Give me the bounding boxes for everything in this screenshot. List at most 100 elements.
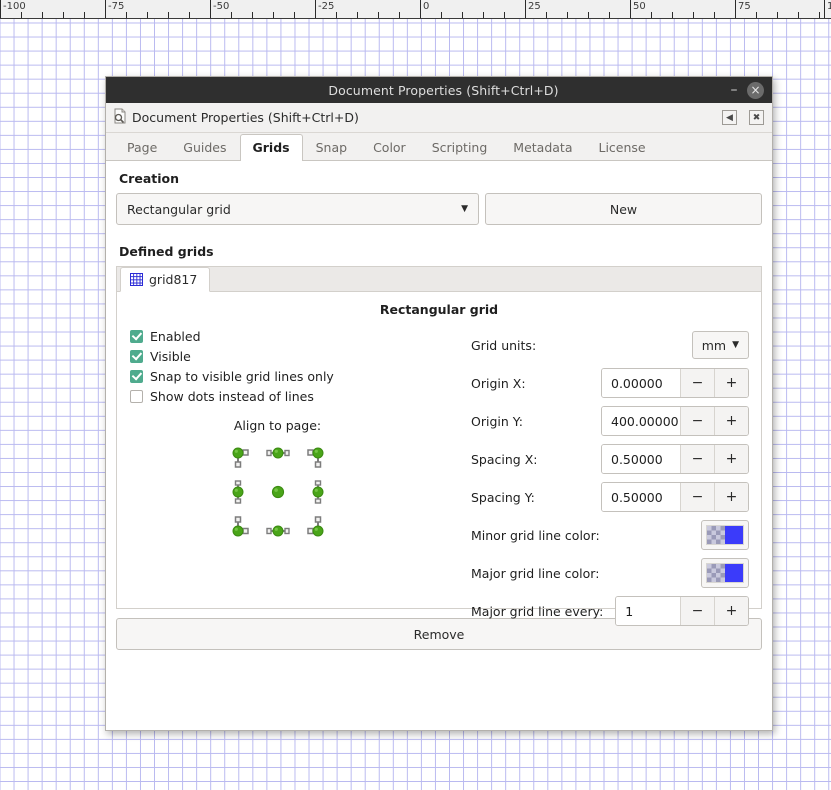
grid-units-combo[interactable]: mm ▼: [691, 331, 749, 359]
enabled-checkbox[interactable]: [130, 329, 143, 343]
origin-y-label: Origin Y:: [471, 413, 523, 429]
origin-x-row: Origin X: 0.00000 − +: [471, 364, 749, 402]
option-snap-visible-only[interactable]: Snap to visible grid lines only: [130, 366, 469, 386]
origin-y-value[interactable]: 400.00000: [602, 407, 680, 435]
chevron-down-icon: ▼: [732, 340, 739, 350]
ruler-tick-major: [210, 0, 211, 18]
minor-grid-color-row: Minor grid line color:: [471, 516, 749, 554]
tab-guides[interactable]: Guides: [170, 134, 239, 161]
ruler-tick-minor: [441, 12, 442, 18]
dialog-titlebar[interactable]: Document Properties (Shift+Ctrl+D) – ×: [106, 77, 772, 103]
ruler-tick-minor: [546, 12, 547, 18]
major-grid-every-value[interactable]: 1: [616, 597, 680, 625]
grid-tab-grid817[interactable]: grid817: [120, 267, 211, 292]
align-to-page-anchors[interactable]: [130, 439, 469, 544]
grids-panel: Creation Rectangular grid ▼ New Defined …: [106, 161, 772, 730]
spacing-x-decrement[interactable]: −: [680, 445, 714, 473]
spacing-x-increment[interactable]: +: [714, 445, 748, 473]
creation-row: Rectangular grid ▼ New: [116, 193, 762, 225]
tab-metadata[interactable]: Metadata: [500, 134, 585, 161]
major-grid-every-increment[interactable]: +: [714, 597, 748, 625]
option-show-dots[interactable]: Show dots instead of lines: [130, 386, 469, 406]
spacing-y-spinbutton[interactable]: 0.50000 − +: [601, 482, 749, 512]
ruler-tick-major: [630, 0, 631, 18]
ruler-label: 0: [423, 1, 430, 12]
spacing-x-spinbutton[interactable]: 0.50000 − +: [601, 444, 749, 474]
ruler-tick-minor: [147, 12, 148, 18]
origin-x-decrement[interactable]: −: [680, 369, 714, 397]
grid-units-label: Grid units:: [471, 337, 537, 353]
ruler-tick-minor: [63, 12, 64, 18]
anchor-middle-right-button[interactable]: [306, 479, 330, 504]
tab-scripting[interactable]: Scripting: [419, 134, 501, 161]
ruler-tick-minor: [21, 12, 22, 18]
ruler-label: 50: [633, 1, 646, 12]
origin-x-value[interactable]: 0.00000: [602, 369, 680, 397]
anchor-top-center-button[interactable]: [265, 445, 290, 469]
close-button[interactable]: ×: [747, 81, 764, 99]
ruler-tick-minor: [357, 12, 358, 18]
ruler-label: 75: [738, 1, 751, 12]
ruler-tick-minor: [189, 12, 190, 18]
tab-color[interactable]: Color: [360, 134, 419, 161]
ruler-label: -50: [213, 1, 230, 12]
new-grid-button[interactable]: New: [485, 193, 762, 225]
anchor-middle-center-button[interactable]: [266, 480, 290, 504]
option-visible[interactable]: Visible: [130, 346, 469, 366]
ruler-label: 10: [827, 1, 831, 12]
spacing-x-value[interactable]: 0.50000: [602, 445, 680, 473]
grid-tabbar[interactable]: grid817: [116, 266, 762, 292]
major-grid-every-spinbutton[interactable]: 1 − +: [615, 596, 749, 626]
anchor-bottom-right-button[interactable]: [306, 515, 330, 539]
minor-grid-color-swatch: [706, 525, 744, 545]
grid-units-value: mm: [701, 337, 727, 353]
tab-snap[interactable]: Snap: [303, 134, 360, 161]
ruler-tick-minor: [609, 12, 610, 18]
close-dialog-button[interactable]: ✖: [749, 110, 764, 125]
major-grid-color-label: Major grid line color:: [471, 565, 600, 581]
dock-header: Document Properties (Shift+Ctrl+D) ◀ ✖: [106, 103, 772, 133]
origin-x-spinbutton[interactable]: 0.00000 − +: [601, 368, 749, 398]
minor-grid-color-label: Minor grid line color:: [471, 527, 600, 543]
ruler-label: -25: [318, 1, 335, 12]
origin-y-increment[interactable]: +: [714, 407, 748, 435]
spacing-x-label: Spacing X:: [471, 451, 538, 467]
enabled-label: Enabled: [150, 328, 201, 344]
minimize-button[interactable]: –: [721, 77, 747, 103]
tab-grids[interactable]: Grids: [239, 134, 303, 161]
detach-dialog-button[interactable]: ◀: [722, 110, 737, 125]
horizontal-ruler[interactable]: -100 -75 -50 -25 0 25 50 75 10: [0, 0, 831, 19]
spacing-y-value[interactable]: 0.50000: [602, 483, 680, 511]
anchor-bottom-center-button[interactable]: [265, 515, 290, 539]
snap-visible-only-checkbox[interactable]: [130, 369, 143, 383]
origin-x-increment[interactable]: +: [714, 369, 748, 397]
spacing-y-decrement[interactable]: −: [680, 483, 714, 511]
anchor-bottom-left-button[interactable]: [226, 515, 250, 539]
tab-page[interactable]: Page: [114, 134, 170, 161]
minor-grid-color-button[interactable]: [701, 520, 749, 550]
origin-x-label: Origin X:: [471, 375, 526, 391]
origin-y-spinbutton[interactable]: 400.00000 − +: [601, 406, 749, 436]
visible-checkbox[interactable]: [130, 349, 143, 363]
grid-options-column: Enabled Visible Snap to visible grid lin…: [129, 326, 469, 630]
anchor-middle-left-button[interactable]: [226, 479, 250, 504]
grid-type-combo[interactable]: Rectangular grid ▼: [116, 193, 479, 225]
major-grid-color-row: Major grid line color:: [471, 554, 749, 592]
anchor-top-right-button[interactable]: [306, 445, 330, 469]
ruler-tick-major: [105, 0, 106, 18]
origin-y-decrement[interactable]: −: [680, 407, 714, 435]
properties-tabbar[interactable]: Page Guides Grids Snap Color Scripting M…: [106, 133, 772, 161]
ruler-tick-minor: [378, 12, 379, 18]
tab-license[interactable]: License: [586, 134, 659, 161]
document-properties-dialog: Document Properties (Shift+Ctrl+D) – × D…: [105, 76, 773, 731]
ruler-tick-minor: [126, 12, 127, 18]
option-enabled[interactable]: Enabled: [130, 326, 469, 346]
ruler-tick-minor: [651, 12, 652, 18]
anchor-top-left-button[interactable]: [226, 445, 250, 469]
spacing-y-increment[interactable]: +: [714, 483, 748, 511]
major-grid-every-decrement[interactable]: −: [680, 597, 714, 625]
grid-units-row: Grid units: mm ▼: [471, 326, 749, 364]
chevron-down-icon: ▼: [461, 204, 468, 214]
major-grid-color-button[interactable]: [701, 558, 749, 588]
show-dots-checkbox[interactable]: [130, 389, 143, 403]
